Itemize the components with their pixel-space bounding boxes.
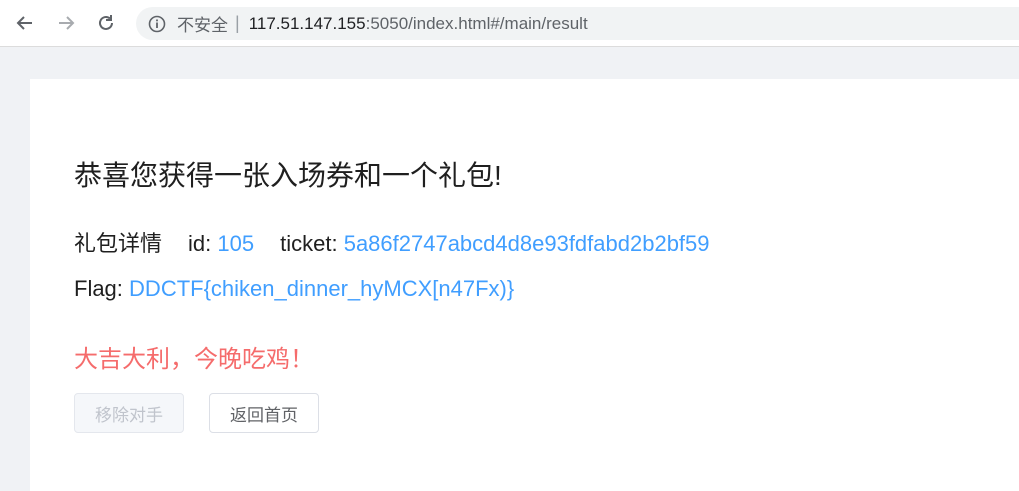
back-button[interactable] — [10, 8, 40, 38]
browser-toolbar: 不安全 | 117.51.147.155:5050/index.html#/ma… — [0, 0, 1019, 47]
url-path: :5050/index.html#/main/result — [365, 13, 588, 33]
forward-arrow-icon — [59, 16, 75, 30]
result-card: 恭喜您获得一张入场券和一个礼包! 礼包详情 id: 105 ticket: 5a86… — [30, 79, 1019, 491]
ticket-label: ticket: — [280, 231, 338, 256]
page-title: 恭喜您获得一张入场券和一个礼包! — [74, 160, 502, 191]
id-value: 105 — [217, 231, 255, 256]
url-host: 117.51.147.155 — [248, 13, 366, 33]
reload-button[interactable] — [91, 8, 121, 38]
flag-value: DDCTF{chiken_dinner_hyMCX[n47Fx)} — [129, 276, 515, 301]
address-bar[interactable]: 不安全 | 117.51.147.155:5050/index.html#/ma… — [136, 7, 1019, 40]
reload-icon — [99, 15, 113, 30]
flag-row: Flag: DDCTF{chiken_dinner_hyMCX[n47Fx)} — [74, 276, 514, 302]
id-label: id: — [188, 231, 212, 256]
security-label: 不安全 — [177, 16, 228, 35]
back-home-button[interactable]: 返回首页 — [209, 393, 319, 433]
forward-button[interactable] — [51, 8, 81, 38]
url-separator: | — [235, 13, 240, 33]
detail-label: 礼包详情 — [74, 231, 163, 256]
url-text[interactable]: 117.51.147.155:5050/index.html#/main/res… — [249, 14, 588, 34]
flag-label: Flag: — [74, 276, 123, 301]
congrats-message: 大吉大利，今晚吃鸡！ — [74, 346, 314, 373]
back-arrow-icon — [16, 16, 32, 30]
ticket-value: 5a86f2747abcd4d8e93fdfabd2b2bf59 — [343, 231, 710, 256]
gift-detail-row: 礼包详情 id: 105 ticket: 5a86f2747abcd4d8e93fd… — [74, 226, 710, 258]
info-icon[interactable] — [148, 15, 166, 33]
remove-opponent-button[interactable]: 移除对手 — [74, 393, 184, 433]
